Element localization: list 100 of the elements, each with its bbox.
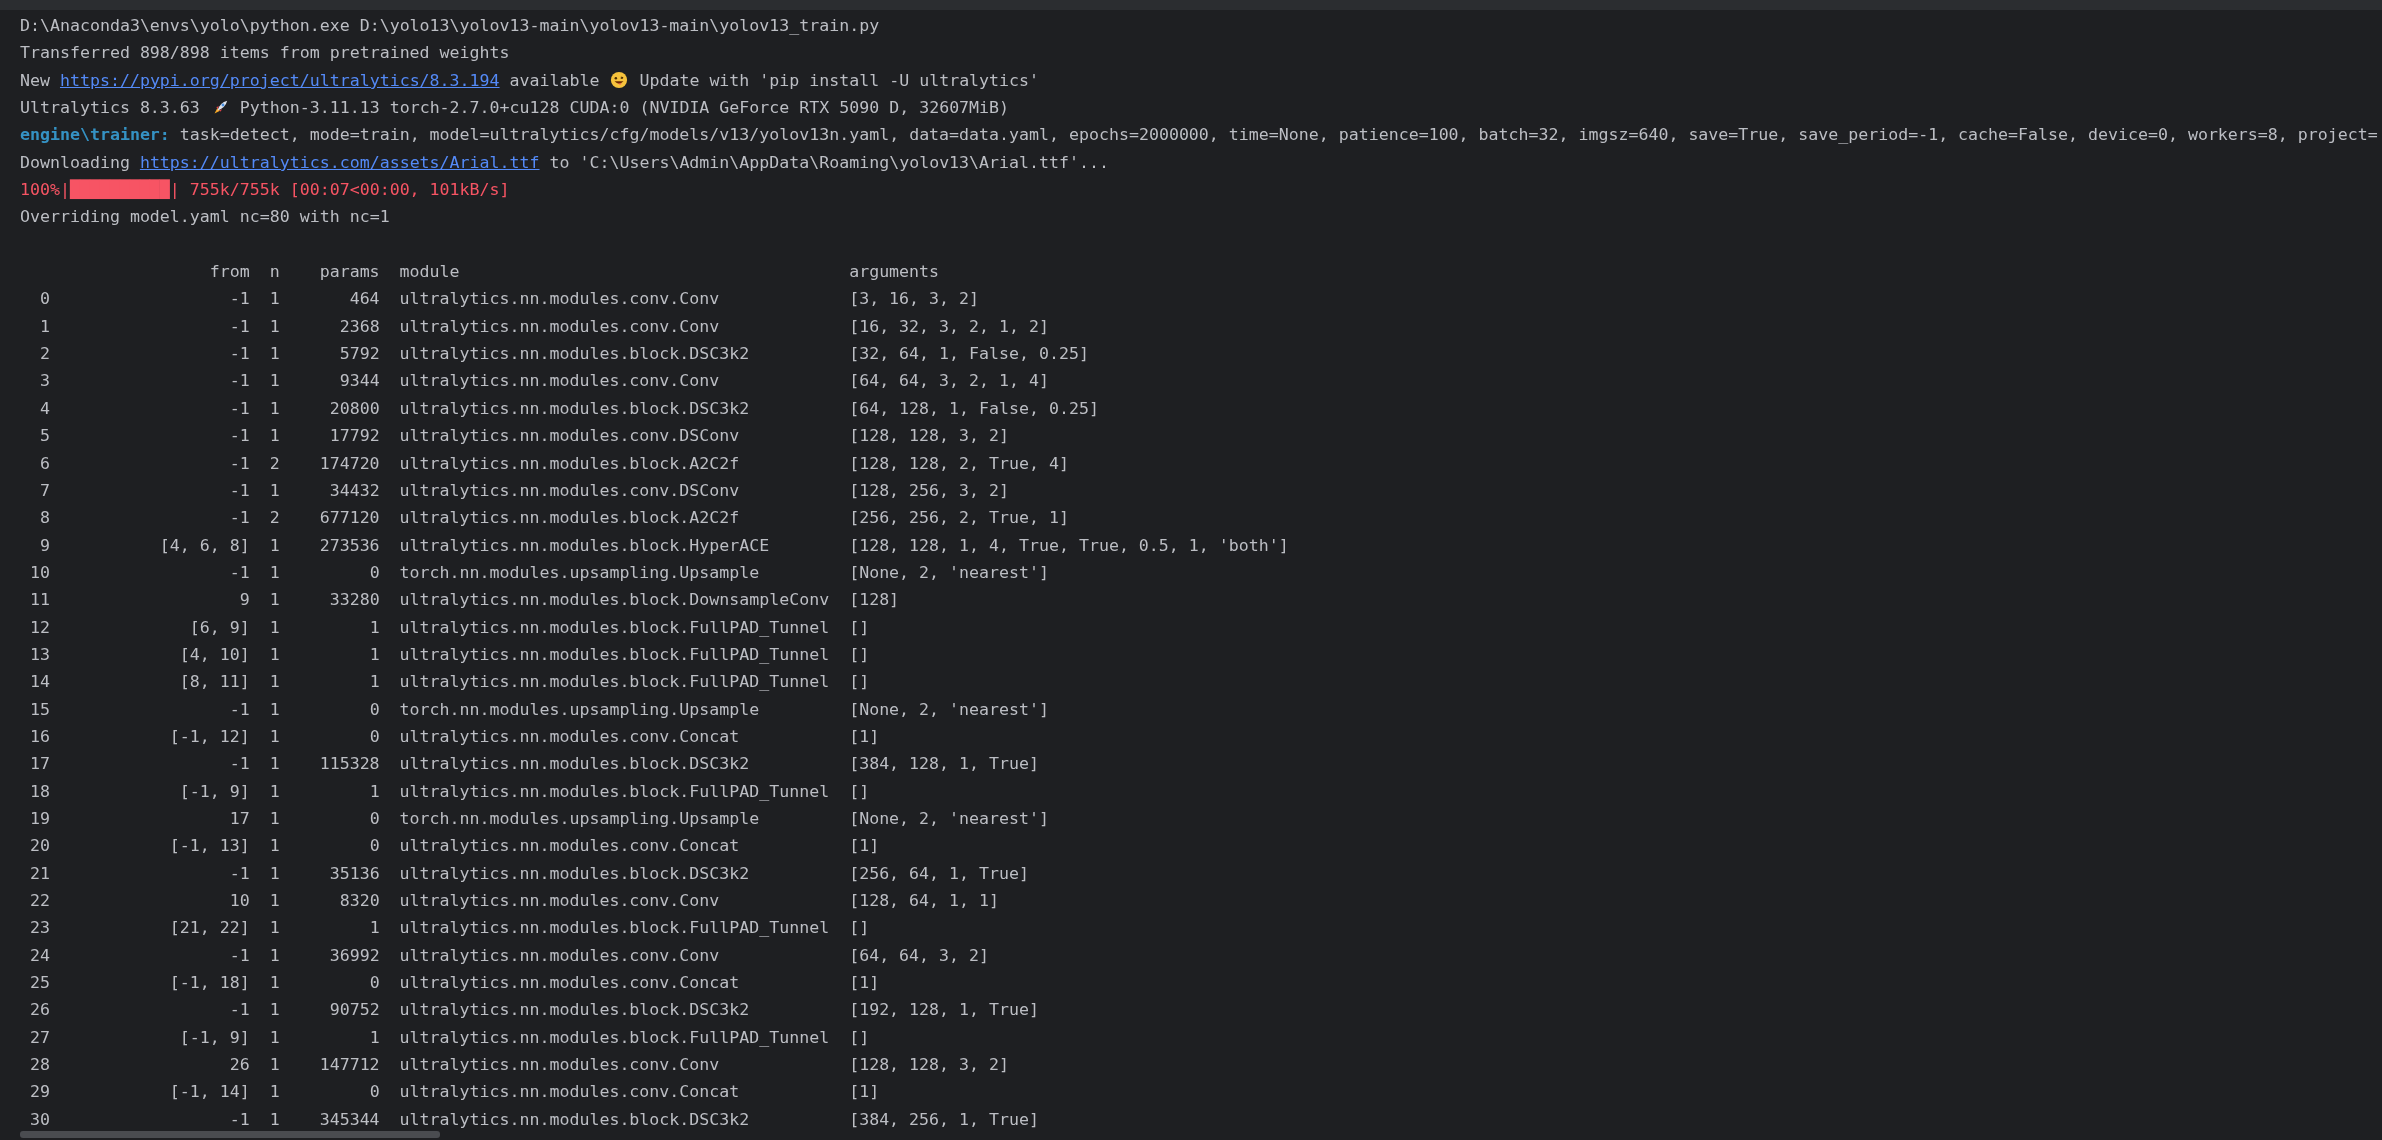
table-cell-text: -1: [228, 425, 250, 448]
table-cell-text: [384, 256, 1, True]: [849, 1108, 1040, 1131]
layer-index: 16: [29, 725, 50, 748]
layer-index: 26: [29, 999, 50, 1022]
smiley-icon: [610, 71, 629, 90]
table-cell-text: 90752: [328, 999, 380, 1022]
table-cell-text: [4, 6, 8]: [158, 534, 250, 557]
table-cell-text: [4, 10]: [178, 643, 250, 666]
table-cell-text: [8, 11]: [178, 671, 250, 694]
table-cell-text: 1: [268, 288, 280, 311]
table-cell-text: 1: [368, 780, 380, 803]
table-cell-text: 1: [268, 643, 280, 666]
table-cell-text: [128, 128, 2, True, 4]: [849, 452, 1070, 475]
table-cell-text: 0: [368, 561, 380, 584]
table-cell-text: ultralytics.nn.modules.conv.DSConv: [399, 425, 741, 448]
table-cell-text: 1: [268, 862, 280, 885]
table-cell-text: ultralytics.nn.modules.block.FullPAD_Tunnel: [399, 780, 831, 803]
layer-index: 0: [38, 288, 50, 311]
table-cell-text: -1: [228, 288, 250, 311]
table-cell-text: ultralytics.nn.modules.conv.Conv: [399, 315, 721, 338]
table-cell-text: [64, 64, 3, 2]: [849, 944, 991, 967]
horizontal-scrollbar[interactable]: [20, 1131, 440, 1138]
table-cell-text: -1: [228, 944, 250, 967]
table-cell-text: 1: [268, 917, 280, 940]
table-cell-text: ultralytics.nn.modules.conv.Concat: [399, 972, 741, 995]
table-cell-text: [16, 32, 3, 2, 1, 2]: [849, 315, 1050, 338]
table-cell-text: 1: [268, 315, 280, 338]
table-cell-text: -1: [228, 862, 250, 885]
column-header: arguments: [849, 261, 941, 284]
table-cell-text: -1: [228, 698, 250, 721]
table-cell-text: 1: [268, 835, 280, 858]
table-cell-text: 1: [368, 1026, 380, 1049]
table-cell-text: 1: [268, 425, 280, 448]
layer-index: 20: [29, 835, 50, 858]
console-text: Update with 'pip install -U ultralytics': [638, 69, 1040, 92]
console-text: Python-3.11.13 torch-2.7.0+cu128 CUDA:0 (NVIDIA GeForce RTX 5090 D, 32607MiB): [238, 97, 1010, 120]
table-cell-text: -1: [228, 343, 250, 366]
table-cell-text: 1: [268, 999, 280, 1022]
table-cell-text: [128]: [849, 589, 901, 612]
console-text: to 'C:\Users\Admin\AppData\Roaming\yolov13\Arial.ttf'...: [548, 151, 1109, 174]
table-cell-text: 1: [268, 616, 280, 639]
link[interactable]: https://pypi.org/project/ultralytics/8.3.194: [59, 66, 500, 95]
table-cell-text: [-1, 18]: [168, 972, 250, 995]
table-cell-text: 115328: [318, 753, 380, 776]
table-cell-text: -1: [228, 1108, 250, 1131]
table-cell-text: ultralytics.nn.modules.block.DSC3k2: [399, 999, 751, 1022]
table-cell-text: 0: [368, 725, 380, 748]
table-cell-text: 35136: [328, 862, 380, 885]
table-cell-text: ultralytics.nn.modules.conv.Concat: [399, 725, 741, 748]
table-cell-text: 1: [268, 698, 280, 721]
table-cell-text: 17: [228, 807, 250, 830]
table-cell-text: [21, 22]: [168, 917, 250, 940]
column-header: params: [318, 261, 380, 284]
layer-index: 19: [29, 807, 50, 830]
link[interactable]: https://ultralytics.com/assets/Arial.ttf: [139, 148, 540, 177]
layer-index: 4: [38, 397, 50, 420]
table-cell-text: ultralytics.nn.modules.block.DSC3k2: [399, 753, 751, 776]
table-cell-text: [256, 64, 1, True]: [849, 862, 1030, 885]
column-header: n: [268, 261, 280, 284]
table-cell-text: [1]: [849, 725, 881, 748]
layer-index: 15: [29, 698, 50, 721]
table-cell-text: [128, 128, 3, 2]: [849, 1054, 1010, 1077]
console-text: D:\Anaconda3\envs\yolo\python.exe D:\yolo13\yolov13-main\yolov13-main\yolov13_train.py: [20, 15, 880, 37]
table-cell-text: 1: [268, 343, 280, 366]
table-cell-text: 8320: [338, 890, 380, 912]
table-cell-text: 1: [268, 1108, 280, 1131]
console-text: Transferred 898/898 items from pretrained weights: [20, 42, 510, 65]
table-cell-text: 9: [238, 589, 250, 612]
table-cell-text: []: [849, 671, 871, 694]
layer-index: 2: [38, 343, 50, 366]
layer-index: 30: [29, 1108, 50, 1131]
layer-index: 12: [29, 616, 50, 639]
layer-index: 7: [38, 479, 50, 502]
table-cell-text: []: [849, 1026, 871, 1049]
table-cell-text: 2: [268, 507, 280, 530]
layer-index: 23: [29, 917, 50, 940]
table-cell-text: ultralytics.nn.modules.block.FullPAD_Tunnel: [399, 616, 831, 639]
table-cell-text: -1: [228, 370, 250, 393]
layer-index: 9: [38, 534, 50, 557]
layer-index: 13: [29, 643, 50, 666]
console-text: task=detect, mode=train, model=ultralytics/cfg/models/v13/yolov13n.yaml, data=data.yaml, epochs=2000000, time=None, patience=100, batch=32, imgsz=640, save=True, save_period=-1, cache=False, device=0, workers=8, project=: [178, 124, 2378, 147]
table-cell-text: []: [849, 917, 871, 940]
table-cell-text: [-1, 12]: [168, 725, 250, 748]
console-text: Overriding model.yaml nc=80 with nc=1: [20, 206, 390, 229]
table-cell-text: []: [849, 616, 871, 639]
table-cell-text: 36992: [328, 944, 380, 967]
table-cell-text: -1: [228, 753, 250, 776]
table-cell-text: ultralytics.nn.modules.block.A2C2f: [399, 507, 741, 530]
table-cell-text: ultralytics.nn.modules.block.FullPAD_Tunnel: [399, 643, 831, 666]
table-cell-text: ultralytics.nn.modules.block.HyperACE: [399, 534, 771, 557]
table-cell-text: -1: [228, 561, 250, 584]
table-cell-text: 174720: [318, 452, 380, 475]
layer-index: 24: [29, 944, 50, 967]
table-cell-text: [1]: [849, 972, 881, 995]
table-cell-text: 1: [268, 753, 280, 776]
table-cell-text: -1: [228, 452, 250, 475]
table-cell-text: 9344: [338, 370, 380, 393]
console-text: Downloading: [20, 151, 131, 174]
table-cell-text: [None, 2, 'nearest']: [849, 807, 1050, 830]
table-cell-text: [-1, 9]: [178, 1026, 250, 1049]
